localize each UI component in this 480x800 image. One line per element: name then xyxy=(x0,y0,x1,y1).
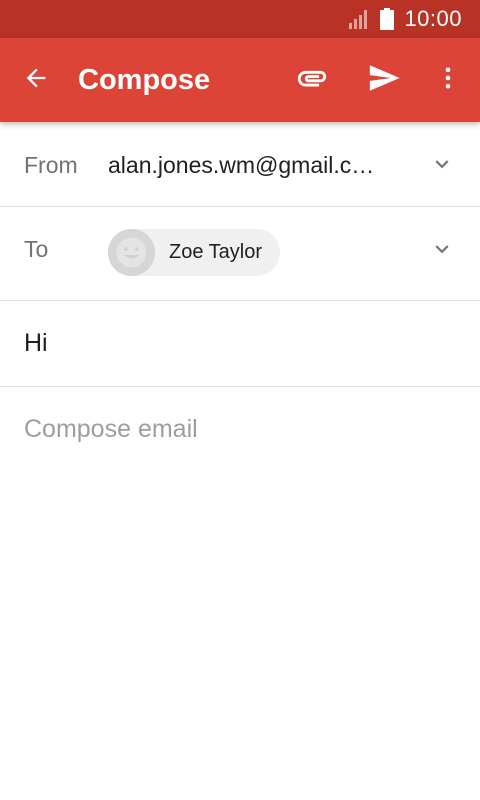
from-expand-button[interactable] xyxy=(426,148,458,180)
to-expand-button[interactable] xyxy=(426,233,458,265)
from-account-selector[interactable]: alan.jones.wm@gmail.c… xyxy=(108,152,384,179)
to-row: To Zoe Taylor xyxy=(0,207,480,301)
app-bar: Compose xyxy=(0,38,480,122)
avatar-placeholder-icon xyxy=(108,229,155,276)
attach-button[interactable] xyxy=(290,58,334,102)
status-bar: 10:00 xyxy=(0,0,480,38)
compose-body-field[interactable]: Compose email xyxy=(24,415,456,444)
chevron-down-icon xyxy=(435,160,449,169)
more-options-button[interactable] xyxy=(426,58,470,102)
recipient-name: Zoe Taylor xyxy=(169,241,263,263)
from-row: From alan.jones.wm@gmail.c… xyxy=(0,122,480,207)
send-icon xyxy=(367,61,401,100)
signal-icon xyxy=(348,9,370,29)
page-title: Compose xyxy=(78,64,211,96)
subject-field[interactable]: Hi xyxy=(24,329,48,358)
recipient-chip[interactable]: Zoe Taylor xyxy=(108,229,281,276)
status-icons: 10:00 xyxy=(348,0,462,38)
paperclip-icon xyxy=(295,61,329,100)
battery-icon xyxy=(380,8,395,30)
chevron-down-icon xyxy=(435,245,449,254)
send-button[interactable] xyxy=(362,58,406,102)
more-vert-icon xyxy=(434,64,462,97)
to-label: To xyxy=(24,236,49,262)
from-label: From xyxy=(24,152,78,178)
status-time: 10:00 xyxy=(404,6,462,31)
subject-row: Hi xyxy=(0,301,480,387)
back-button[interactable] xyxy=(14,58,58,102)
back-arrow-icon xyxy=(22,64,50,97)
